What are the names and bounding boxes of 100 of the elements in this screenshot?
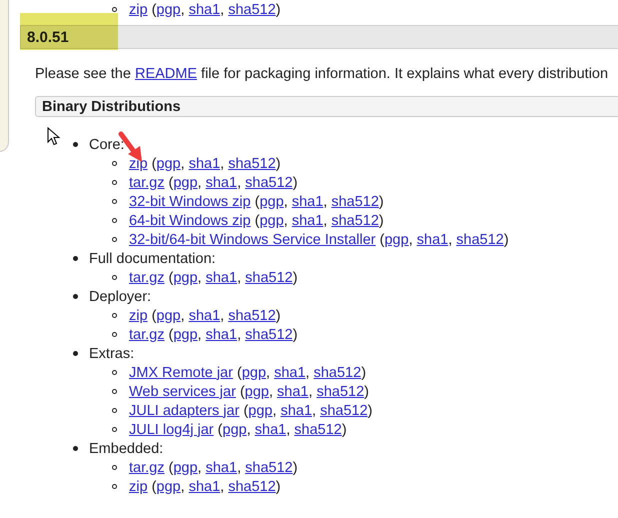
signature-link[interactable]: pgp	[248, 402, 272, 418]
signature-link[interactable]: sha1	[292, 194, 324, 210]
comma: ,	[237, 270, 242, 286]
signature-link[interactable]: pgp	[156, 308, 181, 324]
signature-link[interactable]: pgp	[242, 364, 266, 380]
download-link[interactable]: tar.gz	[129, 174, 164, 190]
download-link[interactable]: zip	[129, 156, 148, 172]
signature-link[interactable]: sha512	[245, 270, 293, 286]
signature-link[interactable]: sha512	[331, 212, 379, 228]
comma: ,	[180, 308, 185, 324]
signature-link[interactable]: sha512	[228, 2, 276, 18]
parenthesis: (	[380, 232, 384, 248]
signature-link[interactable]: sha1	[416, 232, 448, 248]
group-label: Embedded:	[89, 440, 164, 456]
comma: ,	[323, 194, 328, 210]
download-link[interactable]: JULI adapters jar	[129, 402, 240, 418]
section-heading: Binary Distributions	[35, 96, 618, 117]
signature-link[interactable]: sha1	[206, 326, 238, 342]
intro-text: Please see the README file for packaging information. It explains what every distribution	[35, 65, 610, 84]
signature-link[interactable]: pgp	[173, 460, 198, 476]
signature-link[interactable]: sha512	[331, 194, 379, 210]
comma: ,	[220, 478, 224, 494]
comma: ,	[220, 308, 224, 324]
signature-link[interactable]: pgp	[156, 478, 181, 494]
signature-link[interactable]: pgp	[260, 212, 284, 228]
signature-link[interactable]: sha1	[188, 2, 220, 18]
signature-link[interactable]: sha512	[228, 308, 276, 324]
parenthesis: (	[152, 478, 156, 494]
signature-link[interactable]: sha512	[228, 156, 276, 172]
comma: ,	[448, 232, 452, 248]
parenthesis: (	[236, 364, 242, 380]
download-link[interactable]: 64-bit Windows zip	[129, 212, 251, 228]
download-link[interactable]: 32-bit/64-bit Windows Service Installer	[129, 232, 376, 248]
signature-link[interactable]: sha1	[188, 478, 220, 494]
signature-link[interactable]: pgp	[260, 194, 284, 210]
comma: ,	[246, 422, 251, 438]
signature-link[interactable]: sha1	[206, 460, 238, 476]
signature-link[interactable]: pgp	[384, 232, 409, 248]
parenthesis: )	[504, 232, 509, 248]
comma: ,	[408, 232, 413, 248]
signature-link[interactable]: sha1	[206, 174, 238, 190]
signature-link[interactable]: sha1	[254, 422, 286, 438]
signature-link[interactable]: sha1	[292, 212, 324, 228]
comma: ,	[284, 194, 288, 210]
signature-link[interactable]: sha1	[206, 270, 238, 286]
signature-link[interactable]: sha1	[188, 156, 220, 172]
comma: ,	[198, 174, 202, 190]
parenthesis: )	[292, 326, 298, 342]
signature-link[interactable]: sha1	[280, 402, 312, 418]
download-link[interactable]: JULI log4j jar	[129, 422, 214, 438]
parenthesis: )	[276, 2, 281, 18]
download-link[interactable]: Web services jar	[129, 384, 236, 400]
download-link[interactable]: zip	[129, 308, 148, 324]
download-link[interactable]: tar.gz	[129, 460, 164, 476]
signature-link[interactable]: sha1	[274, 364, 306, 380]
comma: ,	[266, 364, 270, 380]
parenthesis: (	[152, 2, 156, 18]
parenthesis: (	[168, 174, 174, 190]
readme-link[interactable]: README	[134, 66, 198, 82]
comma: ,	[237, 174, 242, 190]
signature-link[interactable]: sha512	[245, 174, 293, 190]
signature-link[interactable]: sha1	[188, 308, 220, 324]
download-link[interactable]: tar.gz	[129, 326, 164, 342]
parenthesis: )	[368, 402, 372, 418]
signature-link[interactable]: sha512	[245, 326, 293, 342]
parenthesis: )	[292, 174, 298, 190]
signature-link[interactable]: pgp	[156, 2, 181, 18]
signature-link[interactable]: sha512	[316, 384, 364, 400]
download-link[interactable]: zip	[129, 478, 148, 494]
parenthesis: (	[168, 460, 174, 476]
signature-link[interactable]: pgp	[156, 156, 181, 172]
signature-link[interactable]: sha512	[294, 422, 342, 438]
signature-link[interactable]: pgp	[173, 174, 198, 190]
download-link[interactable]: zip	[129, 2, 148, 18]
parenthesis: )	[378, 212, 384, 228]
signature-link[interactable]: sha512	[314, 364, 362, 380]
download-link[interactable]: tar.gz	[129, 270, 164, 286]
signature-link[interactable]: sha512	[456, 232, 504, 248]
comma: ,	[268, 384, 274, 400]
signature-link[interactable]: pgp	[222, 422, 247, 438]
comma: ,	[284, 212, 288, 228]
comma: ,	[312, 402, 316, 418]
signature-link[interactable]: pgp	[173, 270, 198, 286]
comma: ,	[272, 402, 277, 418]
signature-link[interactable]: pgp	[244, 384, 269, 400]
parenthesis: (	[240, 384, 245, 400]
download-link[interactable]: 32-bit Windows zip	[129, 194, 251, 210]
signature-link[interactable]: sha1	[277, 384, 308, 400]
parenthesis: )	[364, 384, 369, 400]
comma: ,	[180, 156, 185, 172]
parenthesis: )	[276, 308, 281, 324]
signature-link[interactable]: sha512	[228, 478, 276, 494]
signature-link[interactable]: sha512	[320, 402, 368, 418]
parenthesis: (	[168, 270, 174, 286]
download-link[interactable]: JMX Remote jar	[129, 364, 233, 380]
comma: ,	[306, 364, 310, 380]
comma: ,	[180, 2, 185, 18]
parenthesis: (	[254, 212, 260, 228]
signature-link[interactable]: pgp	[173, 326, 198, 342]
signature-link[interactable]: sha512	[245, 460, 293, 476]
